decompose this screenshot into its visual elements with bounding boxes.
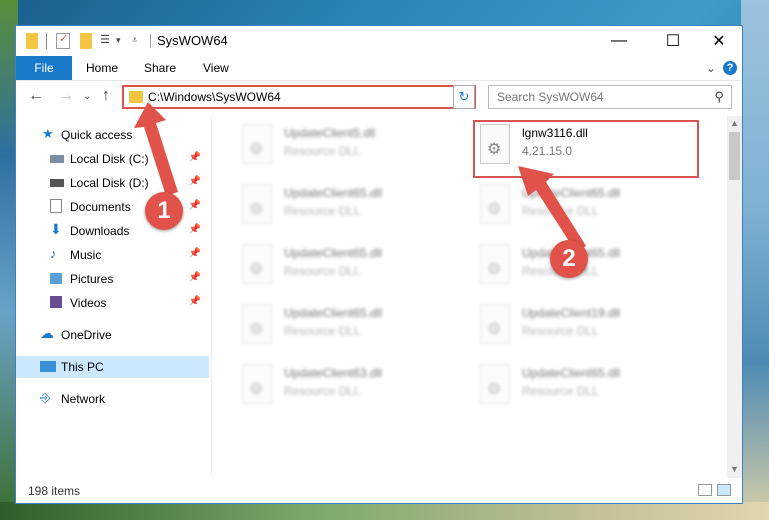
chevron-down-icon[interactable]: ▾: [116, 35, 126, 51]
divider: [46, 33, 47, 49]
forward-button[interactable]: →: [58, 87, 74, 105]
navigation-bar: ← → ⌄ ↑ C:\Windows\SysWOW64 ⌄ ↻ Search S…: [16, 80, 742, 114]
customize-icon[interactable]: ☰: [100, 33, 114, 49]
list-item[interactable]: ⚙ UpdateClient63.dll Resource DLL: [234, 360, 464, 416]
search-icon[interactable]: ⚲: [714, 89, 724, 105]
documents-icon: [50, 199, 62, 213]
minimize-button[interactable]: —: [596, 26, 642, 56]
tab-view[interactable]: View: [203, 56, 229, 80]
back-button[interactable]: ←: [28, 87, 44, 105]
dll-file-icon: ⚙: [242, 124, 272, 164]
step-1-badge: 1: [145, 192, 183, 230]
cloud-icon: ☁: [40, 325, 54, 341]
list-item[interactable]: ⚙ UpdateClient65.dll Resource DLL: [472, 360, 702, 416]
help-icon[interactable]: ?: [723, 61, 737, 75]
dll-file-icon: ⚙: [480, 244, 510, 284]
dll-file-icon: ⚙: [242, 184, 272, 224]
drive-icon: [50, 155, 64, 163]
ribbon: File Home Share View ⌄ ?: [16, 56, 742, 81]
desktop-background: [741, 0, 769, 520]
explorer-window: ✓ ☰ ▾ ⩡ SysWOW64 — ☐ ✕ File Home Share V…: [15, 25, 743, 504]
details-view-icon[interactable]: [698, 484, 712, 496]
expand-ribbon-icon[interactable]: ⌄: [706, 61, 716, 75]
drive-icon: [50, 179, 64, 187]
tab-home[interactable]: Home: [86, 56, 118, 80]
list-item[interactable]: ⚙ UpdateClient65.dll Resource DLL: [234, 180, 464, 236]
dll-file-icon: ⚙: [480, 304, 510, 344]
network-icon: ⎆: [40, 390, 51, 405]
sidebar-item-videos[interactable]: Videos 📌: [16, 292, 209, 314]
item-count: 198 items: [28, 484, 81, 498]
scroll-up-icon[interactable]: ▲: [730, 118, 739, 128]
large-icons-view-icon[interactable]: [717, 484, 731, 496]
pictures-icon: [50, 273, 62, 284]
sidebar-item-pictures[interactable]: Pictures 📌: [16, 268, 209, 290]
vertical-scrollbar[interactable]: ▲ ▼: [727, 116, 742, 478]
title-bar: ✓ ☰ ▾ ⩡ SysWOW64 — ☐ ✕: [16, 26, 742, 56]
sidebar-item-downloads[interactable]: ⬇ Downloads 📌: [16, 220, 209, 242]
scrollbar-thumb[interactable]: [729, 132, 740, 180]
up-button[interactable]: ↑: [102, 87, 110, 105]
tab-share[interactable]: Share: [144, 56, 176, 80]
divider: [150, 34, 151, 48]
dll-file-icon: ⚙: [480, 184, 510, 224]
refresh-button[interactable]: ↻: [453, 85, 475, 109]
dll-file-icon: ⚙: [242, 364, 272, 404]
list-item[interactable]: ⚙ UpdateClient65.dll Resource DLL: [234, 240, 464, 296]
dll-file-icon: ⚙: [242, 304, 272, 344]
music-icon: ♪: [50, 246, 57, 261]
folder-icon: [26, 33, 38, 49]
pin-icon[interactable]: 📌: [189, 224, 201, 235]
search-input[interactable]: Search SysWOW64 ⚲: [488, 85, 732, 109]
desktop-background: [0, 502, 769, 520]
status-bar: 198 items: [16, 478, 742, 503]
new-folder-icon[interactable]: [80, 33, 92, 49]
tab-file[interactable]: File: [16, 56, 72, 80]
computer-icon: [40, 361, 56, 372]
dll-file-icon: ⚙: [480, 364, 510, 404]
pin-icon[interactable]: 📌: [189, 248, 201, 259]
quick-access-toolbar-dropdown-icon[interactable]: ⩡: [132, 35, 142, 51]
close-button[interactable]: ✕: [696, 26, 742, 56]
recent-locations-button[interactable]: ⌄: [83, 91, 91, 102]
sidebar-item-onedrive[interactable]: ☁ OneDrive: [16, 324, 209, 346]
videos-icon: [50, 296, 62, 308]
list-item[interactable]: ⚙ UpdateClient19.dll Resource DLL: [472, 300, 702, 356]
maximize-button[interactable]: ☐: [650, 26, 696, 56]
properties-icon[interactable]: ✓: [56, 33, 70, 49]
download-icon: ⬇: [50, 221, 62, 237]
search-placeholder: Search SysWOW64: [497, 90, 604, 104]
scroll-down-icon[interactable]: ▼: [730, 464, 739, 474]
list-item[interactable]: ⚙ UpdateClient5.dll Resource DLL: [234, 120, 464, 176]
star-icon: ★: [42, 126, 54, 141]
pin-icon[interactable]: 📌: [189, 272, 201, 283]
step-2-badge: 2: [550, 240, 588, 278]
window-title: SysWOW64: [157, 33, 228, 48]
pin-icon[interactable]: 📌: [189, 296, 201, 307]
sidebar-item-music[interactable]: ♪ Music 📌: [16, 244, 209, 266]
dll-file-icon: ⚙: [242, 244, 272, 284]
list-item[interactable]: ⚙ UpdateClient65.dll Resource DLL: [234, 300, 464, 356]
sidebar-item-network[interactable]: ⎆ Network: [16, 388, 209, 410]
sidebar-item-this-pc[interactable]: This PC: [16, 356, 209, 378]
